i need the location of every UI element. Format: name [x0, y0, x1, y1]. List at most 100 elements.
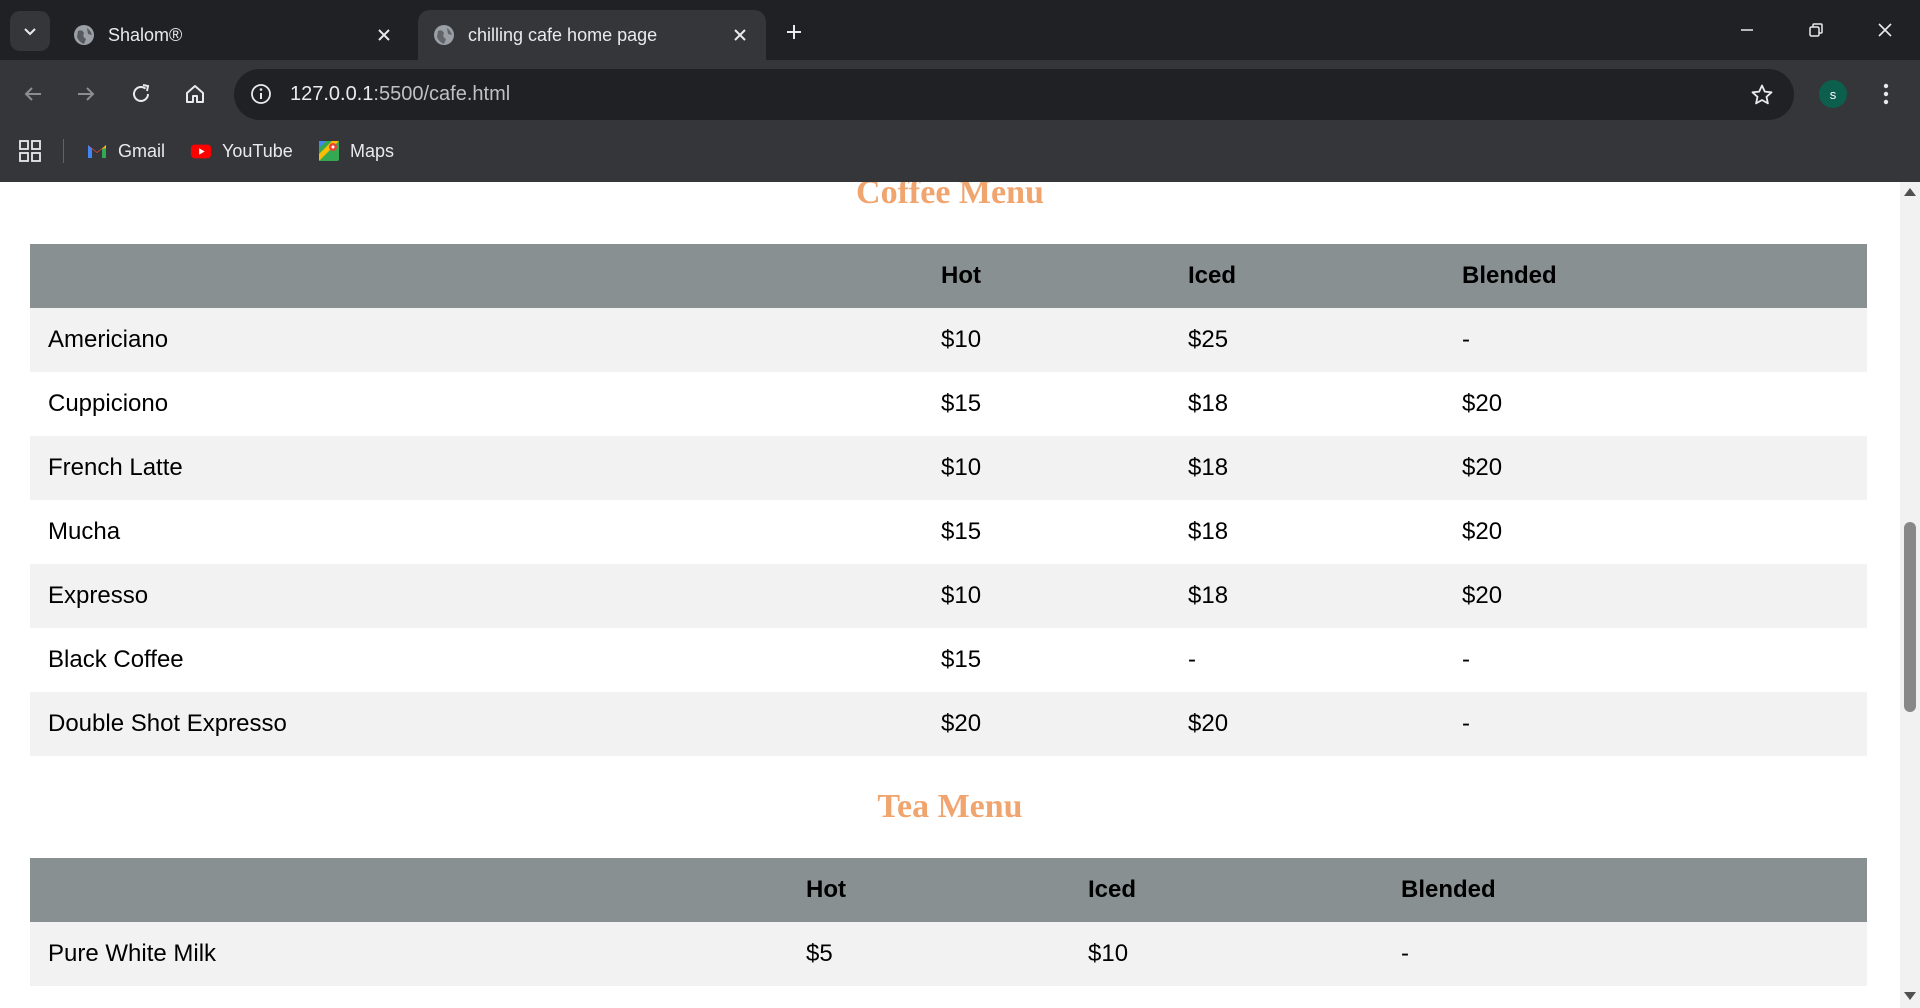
home-icon — [186, 85, 204, 103]
globe-icon — [432, 23, 456, 47]
profile-avatar[interactable]: s — [1819, 80, 1847, 108]
price-cell: $5 — [806, 940, 833, 967]
column-header-item — [30, 244, 941, 308]
bookmark-label: Maps — [350, 140, 395, 161]
item-name-cell: Double Shot Expresso — [48, 710, 287, 737]
price-cell: $20 — [941, 710, 982, 737]
table-header-row: Hot Iced Blended — [30, 858, 1867, 922]
tab-strip: Shalom® chilling cafe home page — [0, 0, 1920, 60]
bookmark-label: YouTube — [222, 140, 293, 161]
reload-button[interactable] — [121, 74, 161, 114]
close-icon[interactable] — [726, 21, 754, 49]
column-header-item — [30, 858, 806, 922]
new-tab-button[interactable] — [778, 16, 810, 48]
bookmark-star-icon[interactable] — [1748, 81, 1776, 109]
price-cell: $20 — [1462, 582, 1503, 609]
table-header-row: Hot Iced Blended — [30, 244, 1867, 308]
item-name-cell: Americiano — [48, 326, 169, 353]
column-header-hot: Hot — [806, 876, 846, 903]
scroll-down-arrow-icon[interactable] — [1904, 992, 1916, 1000]
url-text[interactable]: 127.0.0.1:5500/cafe.html — [290, 83, 510, 106]
price-cell: $18 — [1188, 390, 1229, 417]
table-row: French Latte $10 $18 $20 — [30, 436, 1867, 500]
item-name-cell: Cuppiciono — [48, 390, 169, 417]
url-path: :5500/cafe.html — [373, 83, 511, 105]
youtube-icon — [190, 140, 212, 162]
price-cell: - — [1462, 326, 1470, 353]
table-row: Americiano $10 $25 - — [30, 308, 1867, 372]
restore-icon — [1809, 23, 1823, 37]
price-cell: $10 — [941, 326, 982, 353]
gmail-icon — [86, 140, 108, 162]
bookmark-maps[interactable]: Maps — [318, 136, 394, 166]
price-cell: $18 — [1188, 518, 1229, 545]
price-cell: $18 — [1188, 582, 1229, 609]
item-name-cell: Black Coffee — [48, 646, 184, 673]
table-row: Expresso $10 $18 $20 — [30, 564, 1867, 628]
price-cell: - — [1462, 646, 1470, 673]
price-cell: - — [1188, 646, 1196, 673]
apps-grid-icon[interactable] — [18, 139, 42, 163]
table-row: Double Shot Expresso $20 $20 - — [30, 692, 1867, 756]
scrollbar-thumb[interactable] — [1904, 522, 1916, 712]
bookmark-youtube[interactable]: YouTube — [190, 136, 293, 166]
price-cell: - — [1401, 940, 1409, 967]
kebab-menu-icon — [1883, 83, 1889, 105]
price-cell: $20 — [1462, 390, 1503, 417]
bookmark-label: Gmail — [118, 140, 166, 161]
price-cell: $20 — [1188, 710, 1229, 737]
restore-button[interactable] — [1793, 10, 1839, 50]
price-cell: $10 — [941, 454, 982, 481]
price-cell: $20 — [1462, 518, 1503, 545]
more-menu-button[interactable] — [1870, 74, 1902, 114]
price-cell: - — [1462, 710, 1470, 737]
bookmark-separator — [63, 139, 64, 163]
minimize-icon — [1741, 29, 1753, 31]
column-header-hot: Hot — [941, 262, 981, 289]
table-row: Pure White Milk $5 $10 - — [30, 922, 1867, 986]
price-cell: $15 — [941, 518, 982, 545]
home-button[interactable] — [175, 74, 215, 114]
tea-menu-table: Hot Iced Blended Pure White Milk $5 $10 - — [30, 858, 1867, 986]
table-row: Cuppiciono $15 $18 $20 — [30, 372, 1867, 436]
tab-search-button[interactable] — [10, 11, 50, 51]
column-header-iced: Iced — [1188, 262, 1237, 289]
price-cell: $25 — [1188, 326, 1229, 353]
info-icon[interactable] — [248, 81, 274, 107]
browser-toolbar: 127.0.0.1:5500/cafe.html s — [0, 60, 1920, 128]
tab-title: chilling cafe home page — [468, 24, 658, 45]
close-icon — [1878, 23, 1892, 37]
price-cell: $20 — [1462, 454, 1503, 481]
price-cell: $15 — [941, 646, 982, 673]
tab-shalom[interactable]: Shalom® — [58, 10, 410, 60]
plus-icon — [787, 25, 801, 39]
column-header-iced: Iced — [1088, 876, 1137, 903]
forward-button[interactable] — [66, 74, 106, 114]
tab-title: Shalom® — [108, 24, 183, 45]
table-row: Black Coffee $15 - - — [30, 628, 1867, 692]
arrow-right-icon — [78, 87, 95, 101]
item-name-cell: Expresso — [48, 582, 149, 609]
address-bar[interactable]: 127.0.0.1:5500/cafe.html — [234, 69, 1794, 120]
chevron-down-icon — [24, 28, 36, 36]
item-name-cell: French Latte — [48, 454, 183, 481]
bookmark-gmail[interactable]: Gmail — [86, 136, 165, 166]
price-cell: $10 — [1088, 940, 1129, 967]
coffee-menu-title: Coffee Menu — [856, 182, 1044, 211]
price-cell: $18 — [1188, 454, 1229, 481]
page-scrollbar[interactable] — [1900, 182, 1920, 1008]
minimize-button[interactable] — [1724, 10, 1770, 50]
close-icon[interactable] — [370, 21, 398, 49]
item-name-cell: Mucha — [48, 518, 121, 545]
tab-chilling-cafe[interactable]: chilling cafe home page — [418, 10, 766, 60]
url-host: 127.0.0.1 — [290, 83, 374, 105]
arrow-left-icon — [24, 87, 41, 101]
back-button[interactable] — [13, 74, 53, 114]
price-cell: $15 — [941, 390, 982, 417]
scroll-up-arrow-icon[interactable] — [1904, 188, 1916, 196]
page-viewport: Coffee Menu Hot Iced Blended Americiano $10… — [0, 182, 1900, 1008]
maps-icon — [318, 140, 340, 162]
close-window-button[interactable] — [1862, 10, 1908, 50]
column-header-blended: Blended — [1462, 262, 1557, 289]
coffee-menu-table: Hot Iced Blended Americiano $10 $25 - Cuppicio… — [30, 244, 1867, 756]
